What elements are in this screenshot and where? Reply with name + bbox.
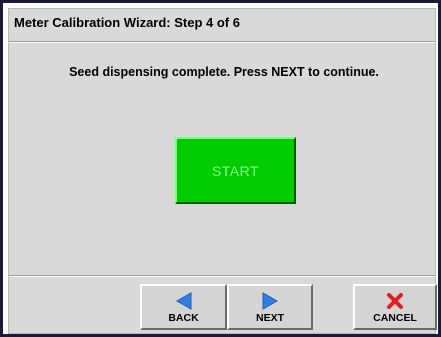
title-divider <box>9 41 435 43</box>
next-button-label: NEXT <box>255 312 284 324</box>
wizard-window: Meter Calibration Wizard: Step 4 of 6 Se… <box>0 0 441 337</box>
cancel-button[interactable]: CANCEL <box>353 284 437 330</box>
back-button[interactable]: BACK <box>140 284 227 330</box>
left-arrow-icon <box>142 291 225 311</box>
status-message: Seed dispensing complete. Press NEXT to … <box>69 65 379 79</box>
cancel-button-label: CANCEL <box>373 312 417 324</box>
back-button-label: BACK <box>168 312 199 324</box>
start-button-label: START <box>211 162 260 179</box>
footer-divider <box>9 275 435 277</box>
right-arrow-icon <box>229 291 311 311</box>
wizard-panel: Meter Calibration Wizard: Step 4 of 6 Se… <box>8 8 437 334</box>
next-button[interactable]: NEXT <box>227 284 313 330</box>
close-x-icon <box>355 291 435 311</box>
wizard-title: Meter Calibration Wizard: Step 4 of 6 <box>14 15 240 30</box>
start-button[interactable]: START <box>175 137 296 204</box>
